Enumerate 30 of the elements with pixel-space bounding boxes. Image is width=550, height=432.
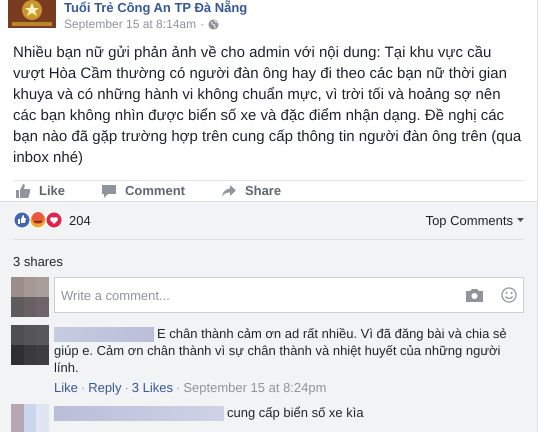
- police-badge-icon: [8, 0, 56, 28]
- like-link[interactable]: Like: [54, 378, 78, 398]
- separator-dot: ·: [200, 17, 204, 32]
- comment-field[interactable]: Write a comment...: [54, 277, 524, 314]
- globe-icon: [208, 19, 220, 30]
- comment-text: E chân thành cảm ơn ad rất nhiều. Vì đã đăng bài và chia sẻ giúp e. Cảm ơn chân thành vì sự chân thành và nhiệt huyết của những người lính.: [54, 325, 508, 376]
- like-button[interactable]: Like: [15, 181, 66, 201]
- avatar: [11, 404, 49, 432]
- comment-button[interactable]: Comment: [101, 181, 185, 201]
- speech-bubble-icon: [101, 183, 118, 199]
- camera-icon[interactable]: [466, 288, 483, 302]
- reply-link[interactable]: Reply: [88, 378, 122, 398]
- post-text: Nhiều bạn nữ gửi phản ảnh về cho admin với nội dung: Tại khu vực cầu vượt Hòa Cầm thường có người đàn ông hay đi theo các bạn nữ thời gian khuya và có những hành vi không chuẩn mực, vì trời tối và hoảng sợ nên các bạn không nhìn được biển số xe và đặc điểm nhận dạng. Đề nghị các bạn nào đã gặp trường hợp trên cung cấp thông tin người đàn ông trên (qua inbox nhé): [12, 43, 522, 168]
- reaction-count[interactable]: 204: [69, 210, 91, 230]
- separator-dot: ·: [176, 379, 180, 398]
- smiley-icon[interactable]: [501, 287, 517, 304]
- avatar: [11, 325, 49, 366]
- share-button[interactable]: Share: [220, 181, 282, 201]
- thumbs-up-icon: [15, 183, 31, 199]
- sort-dropdown[interactable]: Top Comments: [426, 210, 524, 230]
- comment-text: cung cấp biển số xe kìa: [54, 404, 364, 432]
- page-name[interactable]: Tuổi Trẻ Công An TP Đà Nẵng: [64, 0, 248, 16]
- share-arrow-icon: [220, 183, 237, 199]
- separator-dot: ·: [80, 379, 86, 398]
- caret-icon: [517, 218, 524, 222]
- shares-count[interactable]: 3 shares: [13, 252, 524, 272]
- avatar: [11, 277, 49, 318]
- likes-count[interactable]: 3 Likes: [132, 378, 173, 398]
- separator-dot: ·: [124, 379, 129, 398]
- comment-input[interactable]: Write a comment...: [61, 286, 466, 305]
